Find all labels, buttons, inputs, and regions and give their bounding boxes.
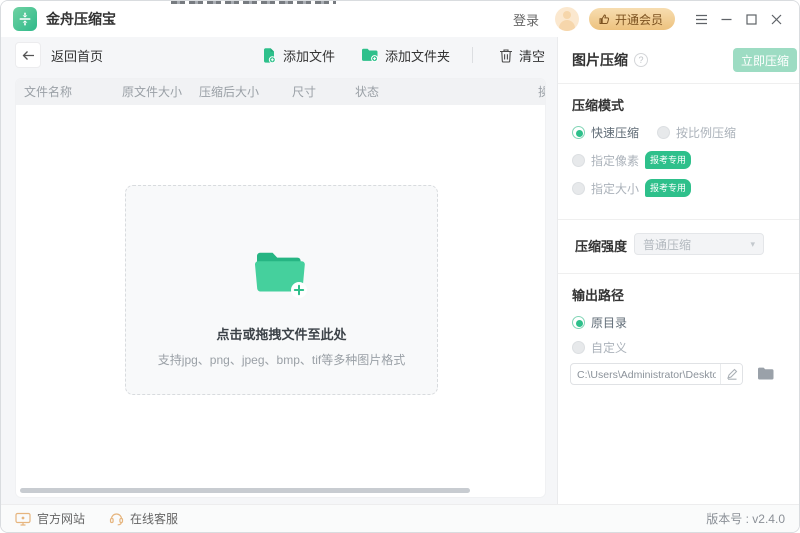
mode-option-pixels[interactable]: 指定像素 报考专用 (572, 151, 691, 169)
dropzone-folder-icon (251, 250, 313, 302)
add-file-label: 添加文件 (283, 46, 335, 65)
mode-pixels-label: 指定像素 (591, 152, 639, 169)
output-custom-label: 自定义 (591, 339, 627, 356)
horizontal-scrollbar[interactable] (20, 488, 470, 493)
screenshot-artifact (171, 1, 336, 4)
official-website-link[interactable]: 官方网站 (15, 510, 85, 527)
file-table: 文件名称 原文件大小 压缩后大小 尺寸 状态 操作 (15, 78, 546, 498)
help-icon[interactable]: ? (634, 53, 648, 67)
mode-option-ratio[interactable]: 按比例压缩 (657, 123, 736, 141)
mode-fast-label: 快速压缩 (591, 124, 639, 141)
menu-button[interactable] (689, 6, 714, 32)
radio-icon[interactable] (572, 154, 585, 167)
output-option-custom[interactable]: 自定义 (572, 338, 627, 356)
sidebar-divider (558, 219, 800, 220)
back-arrow-icon (22, 50, 35, 61)
close-button[interactable] (764, 6, 789, 32)
add-file-icon (261, 47, 277, 64)
strength-label: 压缩强度 (575, 236, 627, 255)
monitor-icon (15, 512, 31, 526)
toolbar-divider (472, 47, 473, 63)
crown-icon (598, 13, 611, 25)
radio-selected-icon[interactable] (572, 316, 585, 329)
minimize-icon (721, 14, 732, 25)
compression-mode-label: 压缩模式 (572, 95, 624, 114)
app-title: 金舟压缩宝 (46, 9, 116, 29)
mode-ratio-label: 按比例压缩 (676, 124, 736, 141)
add-folder-icon (361, 47, 379, 63)
col-actions: 操作 (538, 79, 545, 105)
clear-button[interactable]: 清空 (499, 46, 545, 65)
mode-option-size[interactable]: 指定大小 报考专用 (572, 179, 691, 197)
member-button-label: 开通会员 (615, 11, 663, 28)
col-original-size: 原文件大小 (122, 79, 182, 105)
radio-icon[interactable] (657, 126, 670, 139)
avatar[interactable] (555, 7, 579, 31)
official-website-label: 官方网站 (37, 510, 85, 527)
online-support-label: 在线客服 (130, 510, 178, 527)
radio-icon[interactable] (572, 341, 585, 354)
col-compressed-size: 压缩后大小 (199, 79, 259, 105)
panel-title-row: 图片压缩 ? (572, 50, 648, 70)
add-file-button[interactable]: 添加文件 (261, 46, 335, 65)
chevron-down-icon: ▾ (750, 239, 755, 250)
sidebar-divider (558, 273, 800, 274)
trash-icon (499, 48, 513, 63)
main-area: 返回首页 添加文件 (1, 37, 557, 504)
close-icon (771, 14, 782, 25)
compress-now-button[interactable]: 立即压缩 (733, 48, 797, 72)
table-header: 文件名称 原文件大小 压缩后大小 尺寸 状态 操作 (16, 79, 545, 105)
output-option-original[interactable]: 原目录 (572, 313, 627, 331)
col-file-name: 文件名称 (24, 79, 72, 105)
sidebar-divider (558, 83, 800, 84)
mode-option-fast[interactable]: 快速压缩 (572, 123, 639, 141)
output-original-label: 原目录 (591, 314, 627, 331)
status-bar: 官方网站 在线客服 版本号 : v2.4.0 (1, 504, 799, 532)
panel-title: 图片压缩 (572, 50, 628, 70)
output-path-input[interactable] (571, 364, 720, 384)
mode-size-label: 指定大小 (591, 180, 639, 197)
open-membership-button[interactable]: 开通会员 (589, 8, 675, 30)
exam-badge: 报考专用 (645, 179, 691, 197)
dropzone-subtitle: 支持jpg、png、jpeg、bmp、tif等多种图片格式 (158, 351, 405, 368)
settings-sidebar: 图片压缩 ? 立即压缩 压缩模式 快速压缩 按比例压缩 指定像素 报考专用 指定 (557, 37, 800, 504)
back-home-label[interactable]: 返回首页 (51, 46, 103, 65)
col-status: 状态 (355, 79, 379, 105)
dropzone-title: 点击或拖拽文件至此处 (216, 324, 346, 343)
exam-badge: 报考专用 (645, 151, 691, 169)
add-folder-label: 添加文件夹 (385, 46, 450, 65)
app-window: 金舟压缩宝 登录 开通会员 (0, 0, 800, 533)
edit-path-button[interactable] (720, 363, 742, 385)
app-logo-icon (13, 7, 37, 31)
maximize-icon (746, 14, 757, 25)
toolbar: 返回首页 添加文件 (1, 37, 557, 73)
radio-selected-icon[interactable] (572, 126, 585, 139)
login-link[interactable]: 登录 (513, 10, 539, 29)
pencil-icon (726, 368, 738, 380)
output-path-label: 输出路径 (572, 285, 624, 304)
headset-icon (109, 511, 124, 526)
hamburger-icon (695, 14, 708, 25)
radio-icon[interactable] (572, 182, 585, 195)
back-button[interactable] (15, 42, 41, 68)
title-bar: 金舟压缩宝 登录 开通会员 (1, 1, 799, 37)
strength-dropdown[interactable]: 普通压缩 ▾ (634, 233, 764, 255)
file-dropzone[interactable]: 点击或拖拽文件至此处 支持jpg、png、jpeg、bmp、tif等多种图片格式 (125, 185, 438, 395)
output-path-field (570, 363, 743, 385)
minimize-button[interactable] (714, 6, 739, 32)
browse-folder-button[interactable] (757, 366, 775, 386)
col-dimensions: 尺寸 (292, 79, 316, 105)
version-label: 版本号 : v2.4.0 (706, 510, 785, 527)
add-folder-button[interactable]: 添加文件夹 (361, 46, 450, 65)
maximize-button[interactable] (739, 6, 764, 32)
online-support-link[interactable]: 在线客服 (109, 510, 178, 527)
clear-label: 清空 (519, 46, 545, 65)
strength-value: 普通压缩 (643, 236, 691, 253)
folder-icon (757, 366, 775, 381)
